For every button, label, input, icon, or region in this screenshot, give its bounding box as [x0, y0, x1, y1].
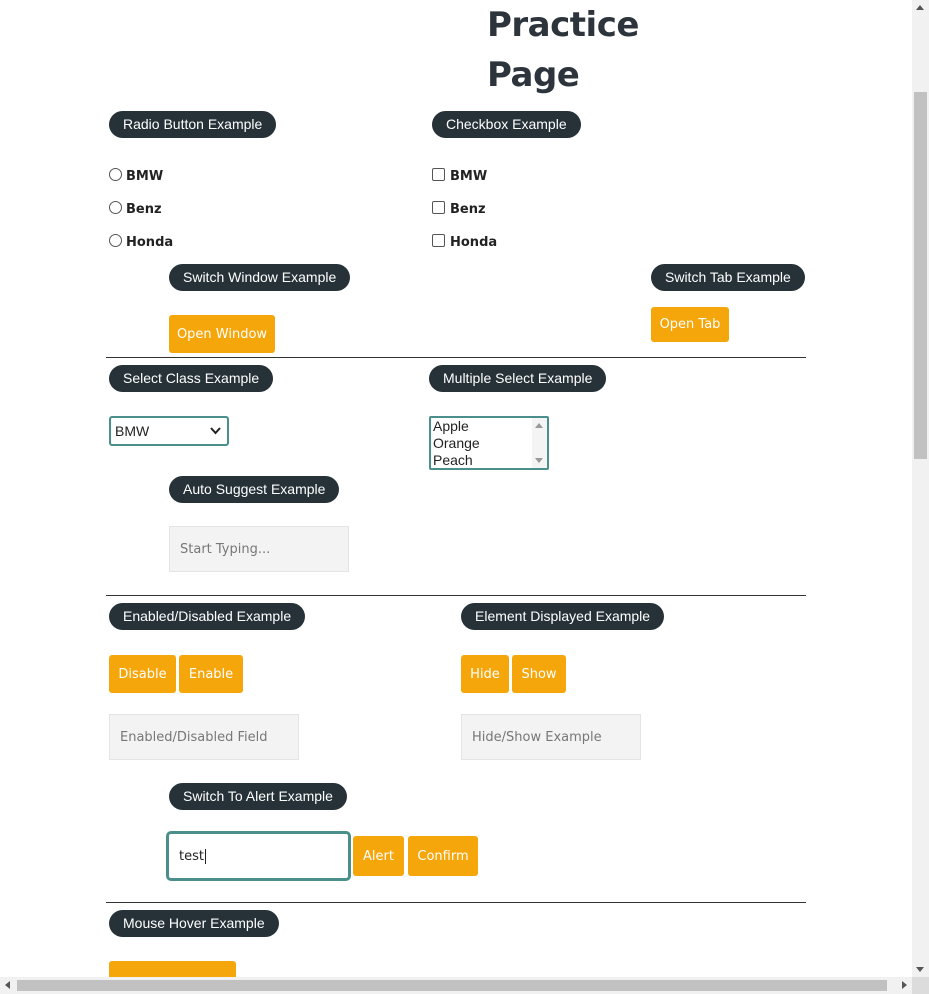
- radio-bmw[interactable]: BMW: [109, 167, 163, 185]
- scroll-up-arrow-icon[interactable]: [535, 423, 543, 428]
- vertical-scrollbar[interactable]: [912, 0, 929, 977]
- checkbox-honda[interactable]: Honda: [432, 233, 497, 251]
- vertical-scroll-thumb[interactable]: [914, 92, 927, 459]
- checkbox-bmw[interactable]: BMW: [432, 167, 487, 185]
- page-title: Practice Page: [487, 5, 639, 95]
- multi-select-option[interactable]: Peach: [433, 452, 547, 468]
- auto-suggest-header: Auto Suggest Example: [169, 476, 340, 503]
- checkbox-benz[interactable]: Benz: [432, 200, 486, 218]
- open-tab-button[interactable]: Open Tab: [651, 307, 729, 342]
- enabled-disabled-header: Enabled/Disabled Example: [109, 603, 306, 630]
- displayed-text-input[interactable]: Hide/Show Example: [461, 714, 641, 760]
- switch-window-header: Switch Window Example: [169, 264, 351, 291]
- section-divider: [106, 595, 806, 596]
- checkbox-square-icon[interactable]: [432, 201, 445, 214]
- scroll-up-arrow-icon[interactable]: [916, 5, 924, 10]
- alert-input-value: test: [179, 848, 204, 864]
- mouse-hover-header: Mouse Hover Example: [109, 910, 279, 937]
- radio-benz[interactable]: Benz: [109, 200, 162, 218]
- radio-honda[interactable]: Honda: [109, 233, 173, 251]
- multi-select-option[interactable]: Orange: [433, 435, 547, 452]
- checkbox-section-header: Checkbox Example: [432, 111, 581, 138]
- mouse-hover-button[interactable]: [109, 961, 236, 977]
- element-displayed-header: Element Displayed Example: [461, 603, 665, 630]
- horizontal-scrollbar[interactable]: [0, 977, 912, 994]
- enable-button[interactable]: Enable: [179, 655, 243, 693]
- disable-button[interactable]: Disable: [109, 655, 176, 693]
- scroll-left-arrow-icon[interactable]: [5, 981, 10, 989]
- checkbox-square-icon[interactable]: [432, 168, 445, 181]
- switch-tab-header: Switch Tab Example: [651, 264, 805, 291]
- scroll-down-arrow-icon[interactable]: [535, 458, 543, 463]
- radio-label: Honda: [126, 234, 174, 250]
- chevron-down-icon: [210, 427, 221, 435]
- multiple-select-header: Multiple Select Example: [429, 365, 607, 392]
- checkbox-label: Honda: [450, 234, 498, 250]
- horizontal-scroll-thumb[interactable]: [17, 980, 887, 991]
- scroll-down-arrow-icon[interactable]: [916, 967, 924, 972]
- open-window-button[interactable]: Open Window: [169, 315, 275, 353]
- hide-button[interactable]: Hide: [461, 655, 509, 693]
- alert-name-input[interactable]: test: [166, 831, 351, 881]
- scroll-right-arrow-icon[interactable]: [902, 981, 907, 989]
- autocomplete-input[interactable]: Start Typing...: [169, 526, 349, 572]
- alert-button[interactable]: Alert: [353, 836, 404, 876]
- section-divider: [106, 357, 806, 358]
- radio-circle-icon[interactable]: [109, 168, 122, 181]
- radio-circle-icon[interactable]: [109, 201, 122, 214]
- text-cursor: [204, 848, 206, 864]
- multi-select-option[interactable]: Apple: [433, 418, 547, 435]
- switch-alert-header: Switch To Alert Example: [169, 783, 347, 810]
- checkbox-square-icon[interactable]: [432, 234, 445, 247]
- enabled-disabled-input[interactable]: Enabled/Disabled Field: [109, 714, 299, 760]
- multi-select-scrollbar[interactable]: [532, 418, 547, 468]
- scrollbar-corner: [912, 977, 929, 994]
- checkbox-label: BMW: [450, 168, 488, 184]
- select-value: BMW: [115, 423, 150, 439]
- show-button[interactable]: Show: [512, 655, 566, 693]
- radio-label: Benz: [126, 201, 162, 217]
- radio-section-header: Radio Button Example: [109, 111, 277, 138]
- select-class-header: Select Class Example: [109, 365, 274, 392]
- confirm-button[interactable]: Confirm: [408, 836, 478, 876]
- radio-label: BMW: [126, 168, 164, 184]
- fruit-multi-select[interactable]: Apple Orange Peach: [429, 416, 549, 470]
- checkbox-label: Benz: [450, 201, 486, 217]
- radio-circle-icon[interactable]: [109, 234, 122, 247]
- section-divider: [106, 902, 806, 903]
- car-select-dropdown[interactable]: BMW: [109, 416, 229, 446]
